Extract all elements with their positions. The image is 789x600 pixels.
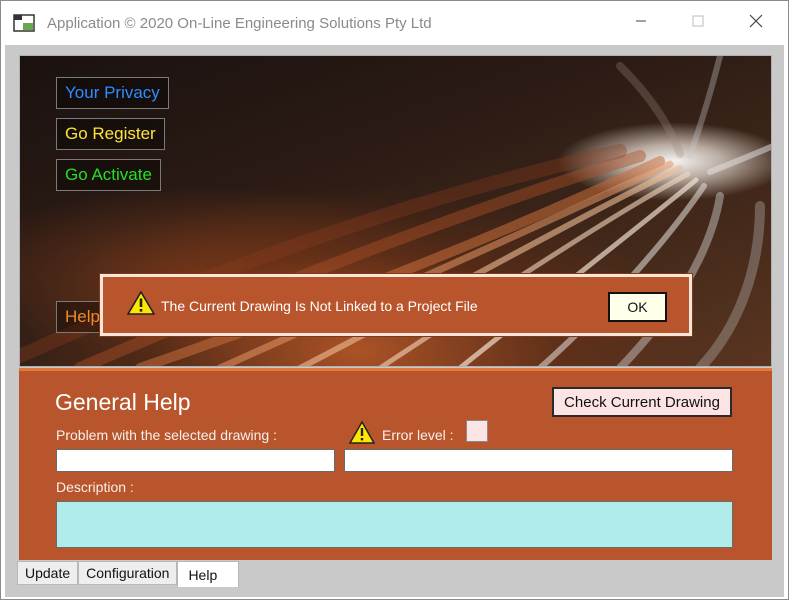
error-level-indicator — [466, 420, 488, 442]
application-icon — [13, 14, 35, 32]
application-window: Application © 2020 On-Line Engineering S… — [0, 0, 789, 600]
tab-configuration[interactable]: Configuration — [78, 561, 178, 585]
minimize-button[interactable] — [612, 1, 670, 45]
panel-title: General Help — [55, 389, 191, 415]
check-current-drawing-button[interactable]: Check Current Drawing — [552, 387, 732, 417]
your-privacy-button[interactable]: Your Privacy — [56, 77, 169, 109]
alert-message: The Current Drawing Is Not Linked to a P… — [161, 298, 478, 314]
maximize-icon — [692, 14, 704, 32]
close-icon — [749, 14, 763, 33]
close-button[interactable] — [727, 1, 785, 45]
description-label: Description : — [56, 479, 134, 495]
go-activate-button[interactable]: Go Activate — [56, 159, 161, 191]
help-button[interactable]: Help — [56, 301, 106, 333]
warning-icon — [126, 290, 156, 320]
go-register-button[interactable]: Go Register — [56, 118, 165, 150]
ok-button[interactable]: OK — [608, 292, 667, 322]
error-level-label: Error level : — [382, 427, 454, 443]
error-field[interactable] — [344, 449, 733, 472]
tab-help[interactable]: Help — [177, 561, 240, 587]
minimize-icon — [635, 14, 647, 32]
tab-update[interactable]: Update — [17, 561, 79, 585]
alert-dialog: The Current Drawing Is Not Linked to a P… — [100, 274, 692, 336]
warning-icon — [348, 420, 376, 449]
maximize-button[interactable] — [669, 1, 727, 45]
tab-bar: Update Configuration Help — [17, 561, 240, 587]
general-help-panel: General Help Check Current Drawing Probl… — [19, 368, 772, 560]
title-bar: Application © 2020 On-Line Engineering S… — [1, 1, 788, 45]
description-field[interactable] — [56, 501, 733, 548]
window-title: Application © 2020 On-Line Engineering S… — [47, 15, 432, 32]
problem-label: Problem with the selected drawing : — [56, 427, 277, 443]
problem-field[interactable] — [56, 449, 335, 472]
